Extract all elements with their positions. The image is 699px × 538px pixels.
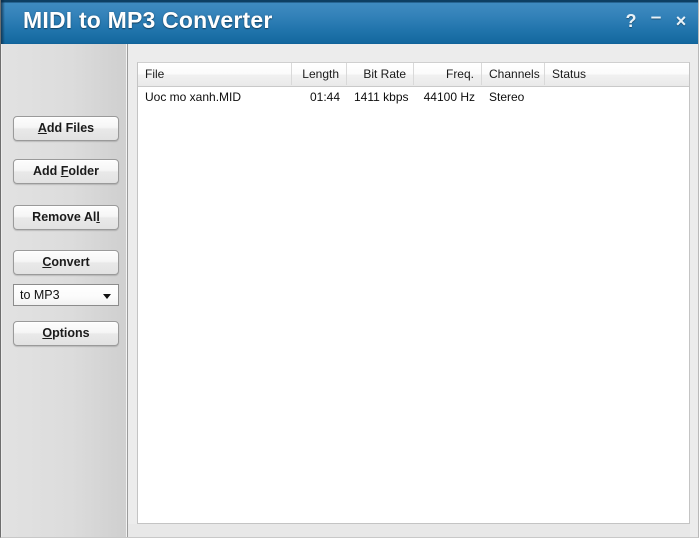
window-bottom-strip — [128, 524, 690, 537]
cell-length: 01:44 — [309, 90, 340, 104]
convert-button[interactable]: Convert — [13, 250, 119, 275]
sidebar: Add Files Add Folder Remove All Convert … — [2, 44, 128, 537]
column-header-freq[interactable]: Freq. — [414, 63, 482, 85]
column-header-length[interactable]: Length — [292, 63, 347, 85]
cell-bit-rate: 1411 kbps — [354, 90, 409, 104]
cell-file: Uoc mo xanh.MID — [145, 90, 242, 104]
application-window: MIDI to MP3 Converter ? – × Add Files Ad… — [0, 0, 699, 538]
options-button[interactable]: Options — [13, 321, 119, 346]
cell-freq: 44100 Hz — [423, 90, 475, 104]
cell-channels: Stereo — [489, 90, 525, 104]
file-list-header: File Length Bit Rate Freq. Channels Stat… — [138, 63, 689, 87]
close-icon[interactable]: × — [670, 10, 692, 32]
chevron-down-icon — [103, 294, 111, 299]
convert-label-post: onvert — [51, 255, 90, 269]
output-format-select[interactable]: to MP3 — [13, 284, 119, 306]
add-files-label-post: dd Files — [46, 121, 95, 135]
file-list-panel[interactable]: File Length Bit Rate Freq. Channels Stat… — [137, 62, 690, 524]
cell-status — [545, 87, 689, 107]
options-mnemonic: O — [42, 326, 53, 340]
title-bar: MIDI to MP3 Converter ? – × — [1, 0, 698, 44]
remove-all-label-pre: Remove Al — [32, 210, 97, 224]
output-format-value: to MP3 — [20, 288, 60, 302]
page-title: MIDI to MP3 Converter — [23, 7, 273, 33]
column-header-channels[interactable]: Channels — [482, 63, 545, 85]
remove-all-button[interactable]: Remove All — [13, 205, 119, 230]
minimize-icon[interactable]: – — [645, 8, 667, 32]
add-folder-label-pre: Add — [33, 164, 61, 178]
column-header-bit-rate[interactable]: Bit Rate — [347, 63, 414, 85]
file-list-body: Uoc mo xanh.MID 01:44 1411 kbps 44100 Hz… — [138, 87, 689, 107]
help-icon[interactable]: ? — [620, 10, 642, 32]
add-folder-button[interactable]: Add Folder — [13, 159, 119, 184]
remove-all-mnemonic: l — [96, 210, 100, 224]
add-folder-label-post: older — [68, 164, 99, 178]
table-row[interactable]: Uoc mo xanh.MID 01:44 1411 kbps 44100 Hz… — [138, 87, 689, 107]
column-header-file[interactable]: File — [138, 63, 292, 85]
options-label-post: ptions — [52, 326, 90, 340]
add-files-button[interactable]: Add Files — [13, 116, 119, 141]
add-files-mnemonic: A — [37, 121, 47, 135]
column-header-status[interactable]: Status — [545, 63, 689, 85]
